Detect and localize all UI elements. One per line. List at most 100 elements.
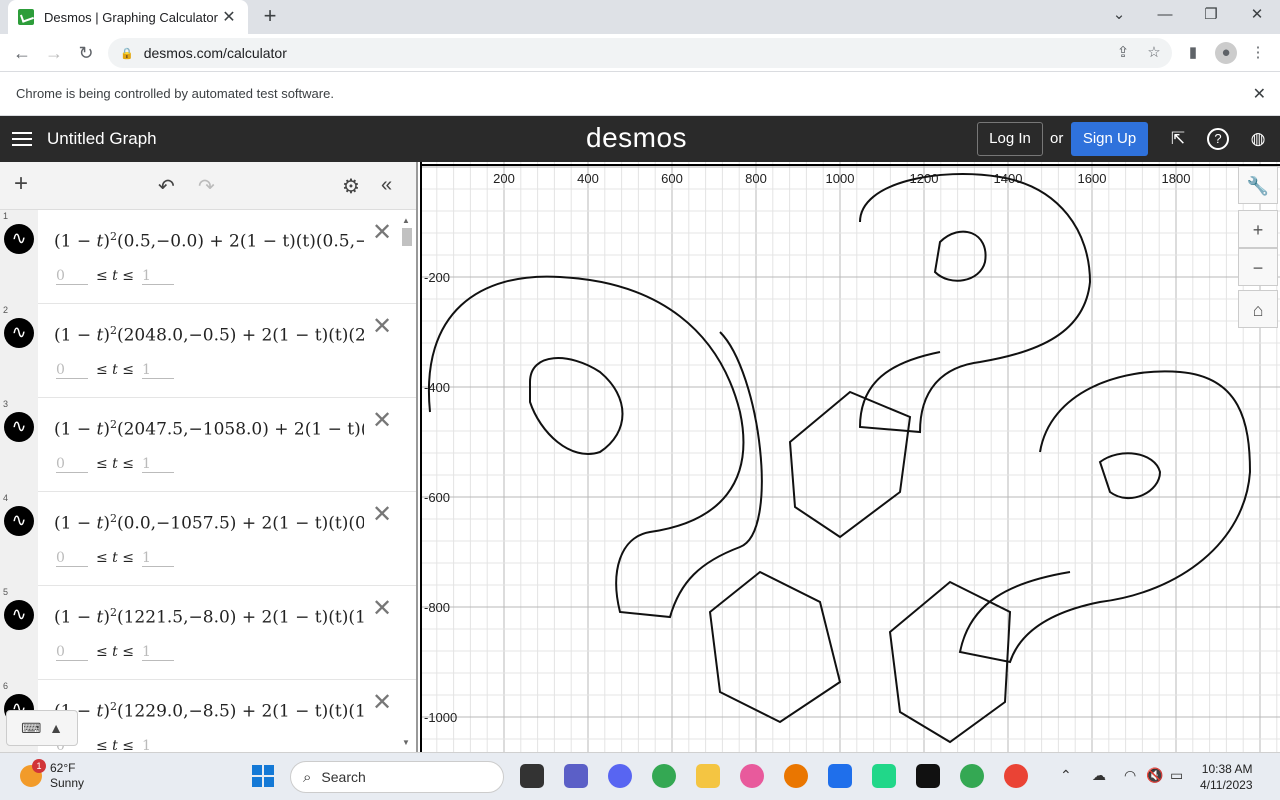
zoom-out-icon[interactable]: − bbox=[1238, 248, 1278, 286]
delete-expression-icon[interactable]: ✕ bbox=[372, 312, 392, 341]
delete-expression-icon[interactable]: ✕ bbox=[372, 594, 392, 623]
keyboard-toggle-button[interactable]: ⌨ ▲ bbox=[6, 710, 78, 746]
close-tab-icon[interactable]: ✕ bbox=[220, 7, 238, 27]
weather-widget[interactable]: 1 62°F Sunny bbox=[20, 759, 85, 791]
parametric-style-icon[interactable]: ∿ bbox=[4, 412, 34, 442]
upper-bound-field[interactable]: 1 bbox=[142, 362, 174, 379]
undo-icon[interactable]: ↶ bbox=[158, 174, 175, 199]
signup-button[interactable]: Sign Up bbox=[1071, 122, 1148, 156]
lower-bound-field[interactable]: 0 bbox=[56, 362, 88, 379]
side-panel-icon[interactable]: ▮ bbox=[1182, 42, 1204, 64]
scroll-down-icon[interactable]: ▼ bbox=[402, 738, 410, 747]
upper-bound-field[interactable]: 1 bbox=[142, 550, 174, 567]
show-hidden-icons[interactable]: ⌃ bbox=[1060, 767, 1072, 784]
expression-formula[interactable]: (1 − t)2(0.5,−0.0) + 2(1 − t)(t)(0.5,− bbox=[54, 230, 364, 252]
login-button[interactable]: Log In bbox=[977, 122, 1043, 156]
address-bar[interactable]: 🔒 desmos.com/calculator bbox=[108, 38, 1172, 68]
expression-formula[interactable]: (1 − t)2(1229.0,−8.5) + 2(1 − t)(t)(1 bbox=[54, 700, 364, 722]
chrome-profile-icon[interactable] bbox=[960, 764, 984, 788]
profile-avatar-icon[interactable]: ● bbox=[1215, 42, 1237, 64]
file-explorer-icon[interactable] bbox=[696, 764, 720, 788]
lower-bound-field[interactable]: 0 bbox=[56, 268, 88, 285]
discord-icon[interactable] bbox=[608, 764, 632, 788]
share-icon[interactable]: ⇪ bbox=[1112, 42, 1134, 64]
bookmark-star-icon[interactable]: ☆ bbox=[1143, 42, 1165, 64]
lower-bound-field[interactable]: 0 bbox=[56, 456, 88, 473]
expression-scrollbar[interactable]: ▲ ▼ bbox=[400, 214, 414, 752]
scroll-up-icon[interactable]: ▲ bbox=[402, 216, 410, 225]
graph-title[interactable]: Untitled Graph bbox=[47, 129, 157, 149]
language-globe-icon[interactable]: ◍ bbox=[1247, 128, 1269, 150]
formula-point: (2047.5,−1058.0) bbox=[116, 419, 269, 440]
volume-icon[interactable]: 🔇 bbox=[1146, 767, 1163, 784]
expression-row[interactable]: 5 ∿ (1 − t)2(1221.5,−8.0) + 2(1 − t)(t)(1 0… bbox=[0, 586, 416, 680]
forward-icon[interactable]: → bbox=[41, 40, 67, 66]
expression-row[interactable]: 1 ∿ (1 − t)2(0.5,−0.0) + 2(1 − t)(t)(0.5,−… bbox=[0, 210, 416, 304]
app-c-icon[interactable] bbox=[828, 764, 852, 788]
parametric-style-icon[interactable]: ∿ bbox=[4, 600, 34, 630]
minimize-icon[interactable]: — bbox=[1142, 0, 1188, 32]
redo-icon[interactable]: ↷ bbox=[198, 174, 215, 199]
y-tick-label: -800 bbox=[424, 600, 450, 615]
graph-paper[interactable]: 200 400 600 800 1000 1200 1400 1600 1800 -200 -400… bbox=[420, 162, 1280, 752]
close-window-icon[interactable]: ✕ bbox=[1234, 0, 1280, 32]
teams-icon[interactable] bbox=[564, 764, 588, 788]
battery-icon[interactable]: ▭ bbox=[1170, 767, 1183, 784]
question-mark-inner bbox=[529, 357, 624, 455]
delete-expression-icon[interactable]: ✕ bbox=[372, 218, 392, 247]
collapse-panel-icon[interactable]: « bbox=[381, 174, 392, 197]
onedrive-icon[interactable]: ☁ bbox=[1092, 767, 1106, 784]
expression-row[interactable]: 3 ∿ (1 − t)2(2047.5,−1058.0) + 2(1 − t)(0 ≤… bbox=[0, 398, 416, 492]
blender-icon[interactable] bbox=[784, 764, 808, 788]
paint-icon[interactable] bbox=[740, 764, 764, 788]
upper-bound-field[interactable]: 1 bbox=[142, 456, 174, 473]
scroll-thumb[interactable] bbox=[402, 228, 412, 246]
start-button[interactable] bbox=[252, 765, 274, 787]
chrome-icon[interactable] bbox=[652, 764, 676, 788]
reload-icon[interactable]: ↻ bbox=[73, 40, 99, 66]
parameter-bounds: 0 ≤ t ≤ 1 bbox=[56, 268, 174, 285]
task-view-icon[interactable] bbox=[520, 764, 544, 788]
expression-row[interactable]: 4 ∿ (1 − t)2(0.0,−1057.5) + 2(1 − t)(t)(0 0… bbox=[0, 492, 416, 586]
add-item-icon[interactable]: + bbox=[14, 170, 28, 198]
delete-expression-icon[interactable]: ✕ bbox=[372, 500, 392, 529]
settings-gear-icon[interactable]: ⚙ bbox=[342, 174, 360, 199]
windows-taskbar: 1 62°F Sunny ⌕ Search ⌃ ☁ ◠ 🔇 ▭ 10:38 AM… bbox=[0, 752, 1280, 800]
back-icon[interactable]: ← bbox=[9, 40, 35, 66]
graph-canvas[interactable]: 200 400 600 800 1000 1200 1400 1600 1800-200-400… bbox=[420, 162, 1280, 752]
system-clock[interactable]: 10:38 AM 4/11/2023 bbox=[1200, 761, 1253, 793]
delete-expression-icon[interactable]: ✕ bbox=[372, 688, 392, 717]
chrome-active-icon[interactable] bbox=[1004, 764, 1028, 788]
pycharm-icon[interactable] bbox=[872, 764, 896, 788]
tab-search-icon[interactable]: ⌄ bbox=[1096, 0, 1142, 32]
graph-settings-wrench-icon[interactable]: 🔧 bbox=[1238, 166, 1278, 204]
browser-tab[interactable]: Desmos | Graphing Calculator ✕ bbox=[8, 0, 248, 34]
zoom-in-icon[interactable]: + bbox=[1238, 210, 1278, 248]
expression-formula[interactable]: (1 − t)2(0.0,−1057.5) + 2(1 − t)(t)(0 bbox=[54, 512, 364, 534]
lower-bound-field[interactable]: 0 bbox=[56, 550, 88, 567]
weather-condition: Sunny bbox=[50, 776, 85, 790]
help-icon[interactable]: ? bbox=[1207, 128, 1229, 150]
taskbar-search[interactable]: ⌕ Search bbox=[290, 761, 504, 793]
upper-bound-field[interactable]: 1 bbox=[142, 644, 174, 661]
lower-bound-field[interactable]: 0 bbox=[56, 644, 88, 661]
expression-formula[interactable]: (1 − t)2(2048.0,−0.5) + 2(1 − t)(t)(2 bbox=[54, 324, 364, 346]
share-graph-icon[interactable]: ⇱ bbox=[1167, 128, 1189, 150]
parametric-style-icon[interactable]: ∿ bbox=[4, 506, 34, 536]
home-icon[interactable]: ⌂ bbox=[1238, 290, 1278, 328]
menu-kebab-icon[interactable]: ⋮ bbox=[1247, 42, 1269, 64]
restore-icon[interactable]: ❐ bbox=[1188, 0, 1234, 32]
expression-row[interactable]: 2 ∿ (1 − t)2(2048.0,−0.5) + 2(1 − t)(t)(2 0… bbox=[0, 304, 416, 398]
new-tab-icon[interactable]: + bbox=[258, 4, 282, 28]
upper-bound-field[interactable]: 1 bbox=[142, 268, 174, 285]
parametric-style-icon[interactable]: ∿ bbox=[4, 224, 34, 254]
expression-formula[interactable]: (1 − t)2(2047.5,−1058.0) + 2(1 − t)( bbox=[54, 418, 364, 440]
expression-formula[interactable]: (1 − t)2(1221.5,−8.0) + 2(1 − t)(t)(1 bbox=[54, 606, 364, 628]
hamburger-menu-icon[interactable] bbox=[12, 128, 32, 150]
infobar-close-icon[interactable]: ✕ bbox=[1253, 84, 1266, 104]
intellij-icon[interactable] bbox=[916, 764, 940, 788]
wifi-icon[interactable]: ◠ bbox=[1124, 767, 1136, 784]
delete-expression-icon[interactable]: ✕ bbox=[372, 406, 392, 435]
parametric-style-icon[interactable]: ∿ bbox=[4, 318, 34, 348]
upper-bound-field[interactable]: 1 bbox=[142, 738, 174, 752]
